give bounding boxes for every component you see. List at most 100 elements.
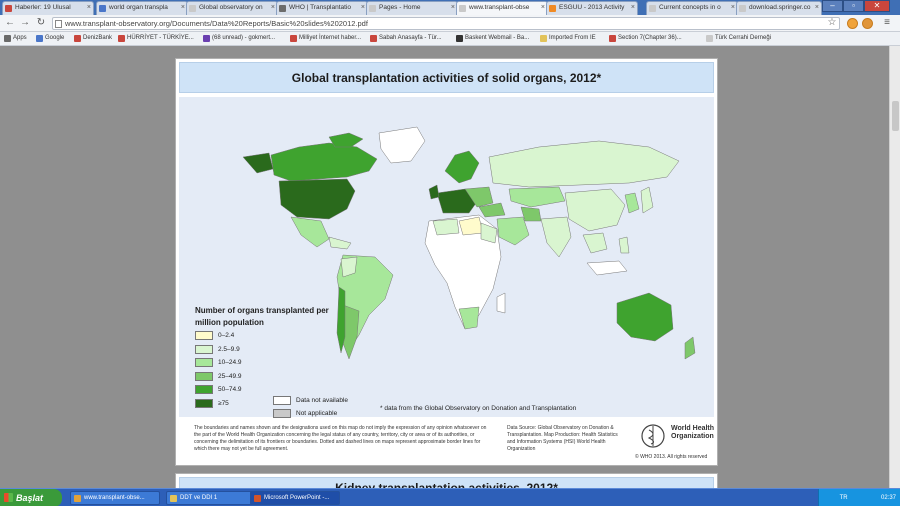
back-button[interactable]: ← — [4, 17, 16, 29]
extension-icon-2[interactable] — [862, 18, 873, 29]
tab-2[interactable]: Global observatory on × — [186, 1, 278, 15]
bookmark-item[interactable]: Imported From IE — [540, 32, 596, 45]
legend-not-available: Data not available — [273, 396, 348, 407]
bookmark-label: Section 7(Chapter 36)... — [618, 35, 682, 41]
bookmark-item[interactable]: Türk Cerrahi Derneği — [706, 32, 771, 45]
australia-region — [616, 292, 674, 342]
url-text: www.transplant-observatory.org/Documents… — [65, 19, 368, 28]
tab-0[interactable]: Haberler: 19 Ulusal × — [2, 1, 94, 15]
bookmark-label: Türk Cerrahi Derneği — [715, 35, 772, 41]
tab-close-icon[interactable]: × — [87, 2, 91, 14]
philippines-region — [618, 236, 630, 254]
taskbar-app-icon — [254, 495, 261, 502]
russia-region — [488, 140, 680, 188]
language-indicator[interactable]: TR — [840, 495, 848, 501]
taskbar-label: www.transplant-obse... — [84, 495, 145, 501]
legend-swatch — [195, 371, 213, 381]
close-window-button[interactable]: ✕ — [864, 0, 890, 12]
tab-close-icon[interactable]: × — [181, 2, 185, 14]
bookmark-favicon-icon — [370, 35, 377, 42]
taskbar-button[interactable]: DDT ve DDI 1 — [166, 491, 256, 505]
tab-favicon-icon — [739, 5, 746, 12]
address-bar[interactable]: www.transplant-observatory.org/Documents… — [52, 17, 840, 30]
legend-swatch — [195, 344, 213, 354]
next-slide-title-bar: Kidney transplantation activities, 2012* — [179, 477, 714, 488]
tab-6[interactable]: ESGUU - 2013 Activity × — [546, 1, 638, 15]
tab-close-icon[interactable]: × — [271, 2, 275, 14]
north-africa-region — [432, 218, 460, 236]
legend-item: ≥75 — [195, 398, 229, 410]
bookmark-item[interactable]: Apps — [4, 32, 27, 45]
bookmark-item[interactable]: HÜRRİYET - TÜRKİYE... — [118, 32, 194, 45]
start-button[interactable]: Başlat — [0, 489, 62, 506]
alaska-region — [242, 152, 274, 174]
tab-4[interactable]: Pages - Home × — [366, 1, 458, 15]
bookmark-label: DenizBank — [83, 35, 113, 41]
maximize-button[interactable]: ▫ — [843, 0, 864, 12]
menu-icon[interactable]: ≡ — [881, 17, 893, 29]
reload-button[interactable]: ↻ — [35, 17, 47, 29]
slide-title: Global transplantation activities of sol… — [291, 71, 602, 85]
bookmark-item[interactable]: DenizBank — [74, 32, 112, 45]
legend-swatch — [195, 358, 213, 367]
bookmark-favicon-icon — [609, 35, 616, 42]
taskbar: Başlat www.transplant-obse... DDT ve DDI … — [0, 488, 900, 506]
bookmark-favicon-icon — [706, 35, 713, 42]
tab-label: WHO | Transplantatio — [289, 4, 352, 11]
bookmark-item[interactable]: Google — [36, 32, 64, 45]
legend-title: Number of organs transplanted per millio… — [195, 306, 329, 327]
tab-8[interactable]: download.springer.co × — [736, 1, 822, 15]
mexico-region — [290, 216, 330, 248]
taskbar-button[interactable]: Microsoft PowerPoint -... — [250, 491, 340, 505]
tab-favicon-icon — [649, 5, 656, 12]
se-asia-region — [582, 232, 608, 254]
forward-button[interactable]: → — [19, 17, 31, 29]
saudi-arabia-region — [496, 216, 530, 246]
tab-close-icon[interactable]: × — [451, 2, 455, 14]
tab-close-icon[interactable]: × — [731, 2, 735, 14]
scrollbar-thumb[interactable] — [892, 101, 899, 131]
minimize-button[interactable]: – — [822, 0, 843, 12]
legend-item: 2.5–9.9 — [195, 344, 240, 356]
tab-label: www.transplant-obse — [469, 4, 530, 11]
legend-label: 25–49.9 — [218, 372, 242, 380]
taskbar-label: DDT ve DDI 1 — [180, 495, 218, 501]
bookmark-item[interactable]: Baskent Webmail - Ba... — [456, 32, 529, 45]
tab-1[interactable]: world organ transpla × — [96, 1, 188, 15]
uk-region — [428, 184, 440, 200]
china-region — [564, 188, 626, 232]
legend-swatch-not-available — [273, 396, 291, 405]
bookmark-label: Milliyet İnternet haber... — [299, 35, 362, 41]
tab-5[interactable]: www.transplant-obse × — [456, 1, 548, 15]
japan-region — [640, 186, 654, 214]
tab-close-icon[interactable]: × — [631, 2, 635, 14]
legend-item: 25–49.9 — [195, 371, 242, 383]
legend-not-applicable: Not applicable — [273, 409, 337, 420]
tab-label: Pages - Home — [379, 4, 421, 11]
tab-favicon-icon — [189, 5, 196, 12]
bookmark-favicon-icon — [118, 35, 125, 42]
tab-close-icon[interactable]: × — [541, 2, 545, 14]
tab-close-icon[interactable]: × — [815, 2, 819, 14]
tab-7[interactable]: Current concepts in o × — [646, 1, 738, 15]
footnote: * data from the Global Observatory on Do… — [380, 405, 577, 412]
tab-close-icon[interactable]: × — [361, 2, 365, 14]
who-name: World Health Organization — [671, 425, 715, 440]
bookmark-item[interactable]: Milliyet İnternet haber... — [290, 32, 361, 45]
bookmark-item[interactable]: (68 unread) - gokmert... — [203, 32, 275, 45]
bookmark-star-icon[interactable]: ☆ — [826, 17, 838, 29]
taskbar-button[interactable]: www.transplant-obse... — [70, 491, 160, 505]
bookmark-item[interactable]: Sabah Anasayfa - Tür... — [370, 32, 442, 45]
vertical-scrollbar[interactable] — [889, 46, 900, 488]
bookmark-label: (68 unread) - gokmert... — [212, 35, 276, 41]
bookmark-item[interactable]: Section 7(Chapter 36)... — [609, 32, 682, 45]
pdf-page-next: Kidney transplantation activities, 2012* — [175, 473, 718, 488]
slide-title-bar: Global transplantation activities of sol… — [179, 62, 714, 93]
world-map-svg — [242, 126, 696, 360]
legend-item: 50–74.9 — [195, 385, 242, 396]
legend-label: 2.5–9.9 — [218, 345, 240, 353]
extension-icon[interactable] — [847, 18, 858, 29]
tab-3[interactable]: WHO | Transplantatio × — [276, 1, 368, 15]
bookmark-label: Imported From IE — [549, 35, 596, 41]
tab-favicon-icon — [5, 5, 12, 12]
